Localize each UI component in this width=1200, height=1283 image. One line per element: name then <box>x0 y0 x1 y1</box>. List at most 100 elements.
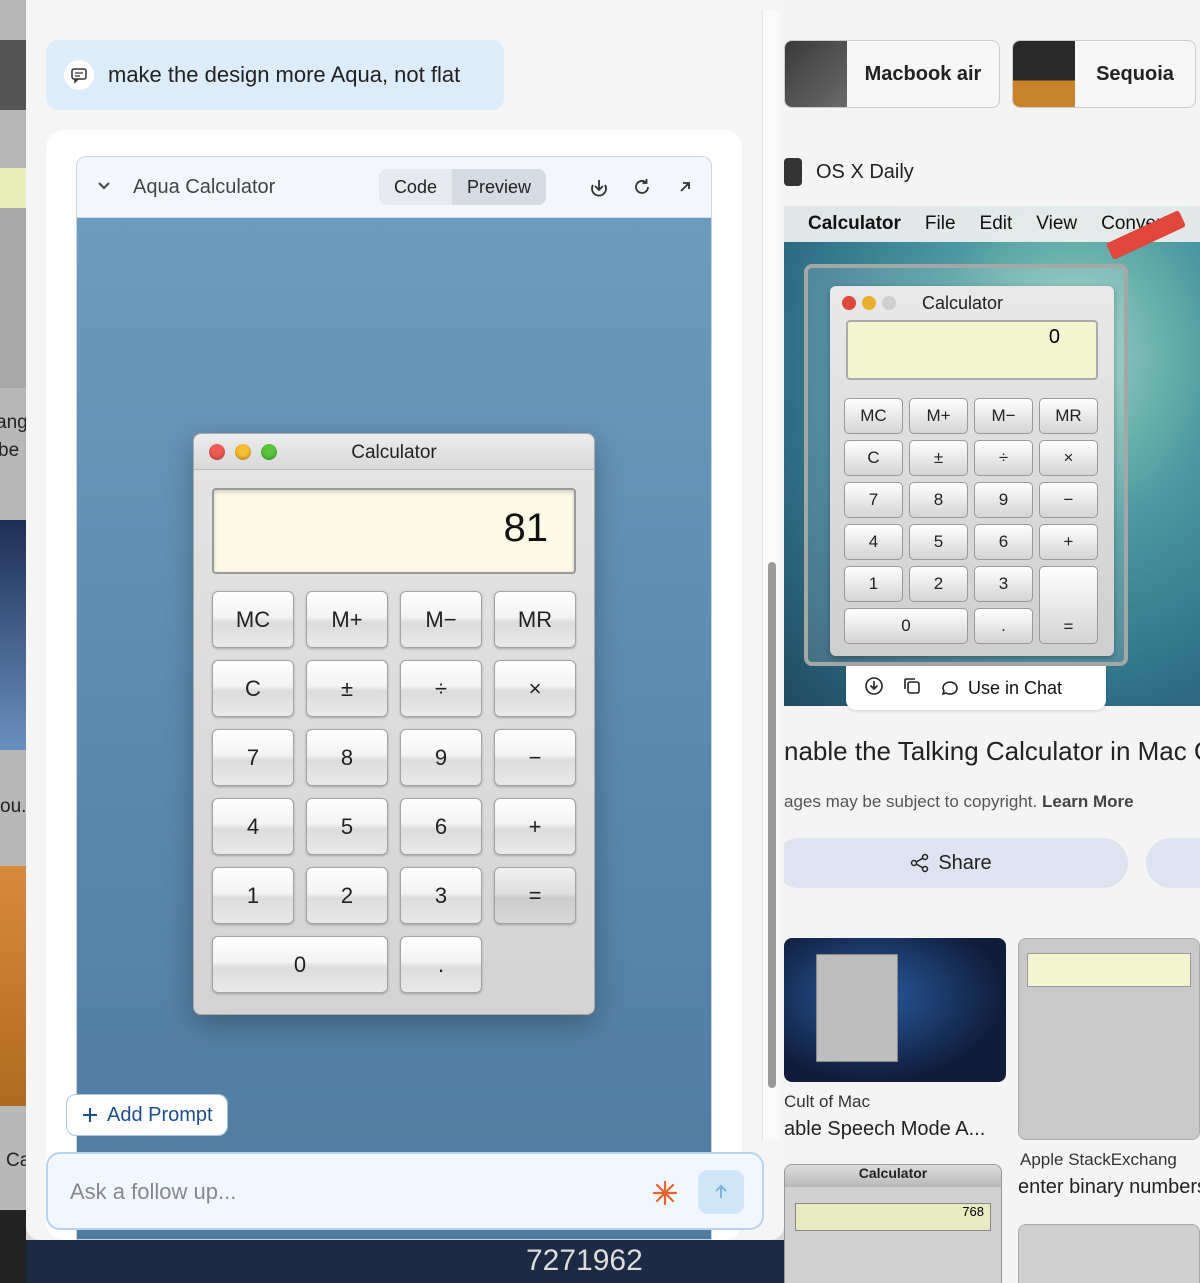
thumbnail-value: 768 <box>795 1203 991 1231</box>
menu-file: File <box>924 213 956 234</box>
left-fragment-ou: ou. <box>0 796 26 817</box>
menu-view: View <box>1036 213 1078 234</box>
copyright-notice: ages may be subject to copyright. Learn … <box>784 792 1134 812</box>
result-thumbnail-1[interactable] <box>784 938 1006 1082</box>
chip-label: Sequoia <box>1096 62 1174 85</box>
copy-icon[interactable] <box>902 676 922 701</box>
sparkle-icon[interactable] <box>652 1180 678 1206</box>
related-chip-macbook-air[interactable]: Macbook air <box>784 40 1000 108</box>
key-1[interactable]: 1 <box>212 867 294 924</box>
key-2[interactable]: 2 <box>306 867 388 924</box>
artifact-title: Aqua Calculator <box>133 175 276 198</box>
refresh-icon[interactable] <box>630 175 654 199</box>
result-source-2: Apple StackExchang <box>1020 1150 1177 1169</box>
result-title-2[interactable]: enter binary numbers <box>1018 1176 1200 1199</box>
key-3[interactable]: 3 <box>400 867 482 924</box>
message-icon <box>64 60 94 90</box>
add-prompt-label: Add Prompt <box>107 1103 213 1126</box>
download-icon[interactable] <box>864 676 884 701</box>
chip-thumbnail <box>785 41 847 107</box>
key-subtract[interactable]: − <box>494 729 576 786</box>
share-button[interactable]: Share <box>784 838 1128 888</box>
mini-calculator: Calculator 0 MC M+ M− MR C ± ÷ × 7 8 9 −… <box>830 286 1114 656</box>
key-mc[interactable]: MC <box>212 591 294 648</box>
add-prompt-button[interactable]: Add Prompt <box>66 1094 228 1136</box>
tab-preview[interactable]: Preview <box>451 169 546 205</box>
mini-key: 2 <box>909 566 968 602</box>
mini-key: M+ <box>909 398 968 434</box>
chat-panel: make the design more Aqua, not flat Aqua… <box>26 0 784 1240</box>
image-preview[interactable]: Calculator File Edit View Convert Calcul… <box>784 206 1200 710</box>
result-thumbnail-3[interactable]: Calculator 768 <box>784 1164 1002 1283</box>
follow-up-input[interactable] <box>70 1174 630 1210</box>
copyright-text: ages may be subject to copyright. <box>784 792 1038 811</box>
source-name: OS X Daily <box>816 160 914 183</box>
thumbnail-display <box>1027 953 1191 987</box>
key-6[interactable]: 6 <box>400 798 482 855</box>
user-message: make the design more Aqua, not flat <box>46 40 504 110</box>
result-title-1[interactable]: able Speech Mode A... <box>784 1118 985 1141</box>
chip-thumbnail <box>1013 41 1075 107</box>
mini-key: MR <box>1039 398 1098 434</box>
key-4[interactable]: 4 <box>212 798 294 855</box>
mini-key: × <box>1039 440 1098 476</box>
tab-code[interactable]: Code <box>379 169 452 205</box>
aqua-calculator-window: Calculator 81 MC M+ M− MR C ± ÷ × 7 8 9 … <box>193 433 595 1015</box>
learn-more-link[interactable]: Learn More <box>1042 792 1134 811</box>
key-clear[interactable]: C <box>212 660 294 717</box>
key-equals[interactable]: = <box>494 867 576 924</box>
mini-key: 7 <box>844 482 903 518</box>
thumbnail-title: Calculator <box>785 1165 1001 1187</box>
key-decimal[interactable]: . <box>400 936 482 993</box>
scrollbar-thumb[interactable] <box>768 562 776 1088</box>
mini-key: 9 <box>974 482 1033 518</box>
artifact-panel: Aqua Calculator Code Preview Calculator … <box>76 156 712 1240</box>
chat-input-box <box>46 1152 764 1230</box>
result-title[interactable]: nable the Talking Calculator in Mac O <box>784 736 1200 767</box>
image-search-panel: Macbook air Sequoia OS X Daily Calculato… <box>784 0 1200 1283</box>
key-m-plus[interactable]: M+ <box>306 591 388 648</box>
key-multiply[interactable]: × <box>494 660 576 717</box>
mini-key-zero: 0 <box>844 608 968 644</box>
mini-key: + <box>1039 524 1098 560</box>
result-thumbnail-4[interactable] <box>1018 1224 1200 1283</box>
source-logo <box>784 158 802 186</box>
key-add[interactable]: + <box>494 798 576 855</box>
secondary-action-button[interactable] <box>1146 838 1200 888</box>
use-in-chat-button[interactable]: Use in Chat <box>940 678 1062 699</box>
key-divide[interactable]: ÷ <box>400 660 482 717</box>
calculator-titlebar: Calculator <box>194 434 594 470</box>
menu-edit: Edit <box>979 213 1013 234</box>
key-0[interactable]: 0 <box>212 936 388 993</box>
key-plus-minus[interactable]: ± <box>306 660 388 717</box>
calculator-title: Calculator <box>351 442 437 463</box>
key-9[interactable]: 9 <box>400 729 482 786</box>
zoom-dot-icon <box>882 296 896 310</box>
mini-calc-keypad: MC M+ M− MR C ± ÷ × 7 8 9 − 4 5 6 + 1 2 … <box>844 398 1100 644</box>
mini-key: ÷ <box>974 440 1033 476</box>
chevron-down-icon[interactable] <box>95 176 113 199</box>
chip-label: Macbook air <box>864 62 982 85</box>
source-row[interactable]: OS X Daily <box>784 150 1200 194</box>
view-toggle: Code Preview <box>378 169 546 205</box>
calculator-display: 81 <box>212 488 576 574</box>
key-mr[interactable]: MR <box>494 591 576 648</box>
download-icon[interactable] <box>587 175 611 199</box>
bottom-number: 7271962 <box>526 1244 643 1277</box>
related-chip-sequoia[interactable]: Sequoia <box>1012 40 1196 108</box>
mini-key: 4 <box>844 524 903 560</box>
share-icon <box>911 853 929 873</box>
key-m-minus[interactable]: M− <box>400 591 482 648</box>
key-5[interactable]: 5 <box>306 798 388 855</box>
open-external-icon[interactable] <box>673 175 697 199</box>
left-fragment-ca: Ca <box>6 1150 26 1171</box>
key-8[interactable]: 8 <box>306 729 388 786</box>
mini-key: 5 <box>909 524 968 560</box>
send-button[interactable] <box>698 1170 744 1214</box>
thumbnail-calculator <box>816 954 898 1062</box>
preview-area: Calculator 81 MC M+ M− MR C ± ÷ × 7 8 9 … <box>77 218 711 1239</box>
user-message-text: make the design more Aqua, not flat <box>108 62 461 87</box>
result-thumbnail-2[interactable] <box>1018 938 1200 1140</box>
mini-key: 3 <box>974 566 1033 602</box>
key-7[interactable]: 7 <box>212 729 294 786</box>
